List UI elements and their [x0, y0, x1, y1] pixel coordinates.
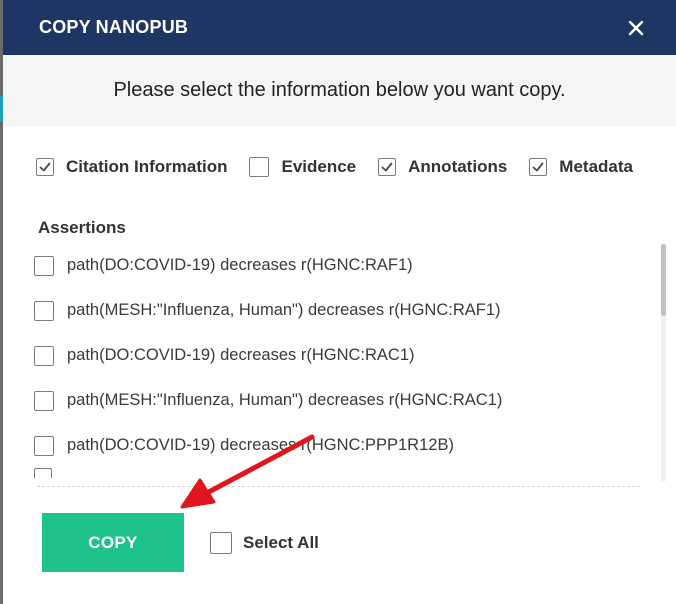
option-label: Metadata — [559, 157, 633, 176]
assertion-checkbox[interactable] — [34, 255, 54, 276]
assertion-item[interactable]: path(DO:COVID-19) decreases r(HGNC:RAF1) — [34, 243, 660, 288]
checkbox-evidence[interactable] — [249, 157, 270, 177]
option-label: Annotations — [408, 157, 508, 176]
assertion-text: path(DO:COVID-19) decreases r(HGNC:PPP1R… — [67, 436, 454, 454]
copy-button[interactable]: COPY — [42, 513, 184, 572]
assertion-item[interactable]: path(MESH:"Influenza, Human") decreases … — [34, 288, 660, 333]
option-label: Citation Information — [66, 157, 228, 176]
assertions-heading: Assertions — [38, 218, 126, 237]
modal-title: COPY NANOPUB — [39, 17, 189, 37]
select-all-option[interactable]: Select All — [210, 532, 319, 554]
select-all-checkbox[interactable] — [210, 532, 232, 554]
copy-options: Citation Information Evidence Annotation… — [36, 157, 633, 177]
checkbox-metadata[interactable] — [529, 158, 548, 176]
assertion-text: path(DO:COVID-19) decreases r(HGNC:RAF1) — [67, 256, 413, 274]
assertion-text: path(MESH:"Influenza, Human") decreases … — [67, 391, 503, 409]
assertion-item-partial — [34, 468, 660, 478]
option-evidence[interactable]: Evidence — [249, 157, 356, 177]
assertions-list: path(DO:COVID-19) decreases r(HGNC:RAF1)… — [34, 243, 660, 480]
assertion-checkbox[interactable] — [34, 300, 54, 321]
close-icon — [628, 20, 644, 35]
assertion-item[interactable]: path(DO:COVID-19) decreases r(HGNC:RAC1) — [34, 333, 660, 378]
option-label: Evidence — [281, 157, 357, 176]
checkbox-citation-information[interactable] — [36, 158, 54, 176]
assertions-scrollbar[interactable] — [661, 244, 666, 481]
instruction-bar: Please select the information below you … — [3, 55, 676, 126]
assertion-text: path(DO:COVID-19) decreases r(HGNC:RAC1) — [67, 346, 415, 364]
option-annotations[interactable]: Annotations — [378, 157, 507, 177]
modal-header: COPY NANOPUB — [3, 0, 676, 55]
assertion-checkbox[interactable] — [34, 435, 54, 456]
assertion-checkbox-partial — [34, 468, 52, 478]
close-button[interactable] — [624, 16, 648, 40]
screenshot-frame: COPY NANOPUB Please select the informati… — [0, 0, 676, 604]
assertion-text: path(MESH:"Influenza, Human") decreases … — [67, 301, 501, 319]
option-metadata[interactable]: Metadata — [529, 157, 633, 177]
assertion-item[interactable]: path(MESH:"Influenza, Human") decreases … — [34, 378, 660, 423]
checkmark-icon — [39, 162, 51, 172]
checkmark-icon — [532, 162, 544, 172]
footer-divider — [37, 486, 640, 487]
select-all-label: Select All — [243, 533, 319, 552]
checkmark-icon — [381, 162, 393, 172]
assertion-checkbox[interactable] — [34, 345, 54, 366]
assertion-item[interactable]: path(DO:COVID-19) decreases r(HGNC:PPP1R… — [34, 423, 660, 468]
option-citation-information[interactable]: Citation Information — [36, 157, 227, 177]
assertion-checkbox[interactable] — [34, 390, 54, 411]
checkbox-annotations[interactable] — [378, 158, 397, 176]
instruction-text: Please select the information below you … — [113, 79, 566, 101]
scrollbar-thumb[interactable] — [661, 244, 666, 316]
